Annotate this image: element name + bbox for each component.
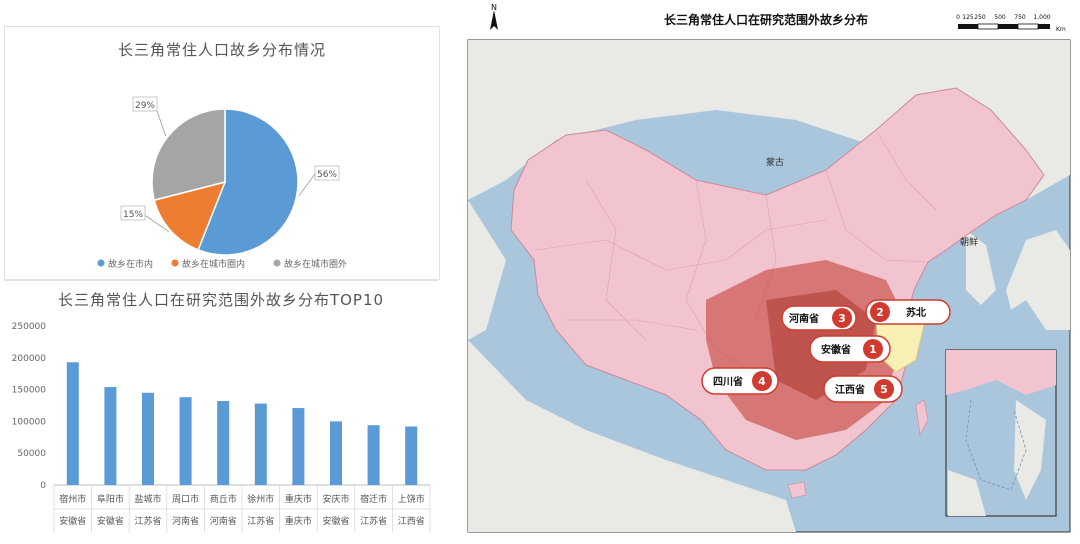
callout-sichuan: 四川省 4	[701, 367, 779, 395]
bar	[254, 403, 267, 485]
china-map: 蒙古 朝鲜 长三角常住人口在研究范围外故乡分布 N 0 125 250 500	[466, 0, 1074, 536]
y-tick-label: 250000	[12, 322, 47, 332]
bar	[405, 426, 418, 485]
bar	[142, 392, 154, 485]
y-tick-label: 200000	[12, 354, 47, 364]
legend-entry: 故乡在城市圈内	[182, 258, 245, 270]
x-tick-label: 上饶市	[398, 493, 425, 505]
x-tick-label: 河南省	[172, 515, 199, 527]
bar	[292, 408, 305, 485]
legend-entry: 故乡在市内	[108, 258, 153, 270]
bar	[367, 425, 380, 485]
north-label: N	[491, 3, 497, 12]
pie-leader-line	[298, 173, 316, 197]
x-tick-label: 重庆市	[285, 493, 312, 505]
x-tick-label: 周口市	[172, 493, 199, 505]
x-tick-label: 商丘市	[210, 493, 237, 505]
x-tick-label: 宿迁市	[360, 493, 387, 505]
x-tick-label: 宿州市	[59, 493, 86, 505]
y-tick-label: 0	[40, 481, 46, 491]
bar-chart-panel: 长三角常住人口在研究范围外故乡分布TOP10 0 50000 100000 15000…	[4, 280, 438, 537]
y-tick-label: 100000	[12, 417, 47, 427]
callout-henan: 河南省 3	[781, 305, 857, 331]
x-tick-label: 江苏省	[247, 515, 274, 527]
map-title: 长三角常住人口在研究范围外故乡分布	[664, 12, 868, 27]
bar	[330, 421, 342, 485]
x-tick-label: 徐州市	[247, 493, 274, 505]
bar	[217, 401, 230, 485]
callout-label: 四川省	[713, 375, 743, 388]
y-tick-label: 50000	[17, 449, 46, 459]
bar	[104, 387, 117, 485]
legend-marker	[171, 259, 179, 267]
callout-subei: 2 苏北	[865, 299, 951, 325]
scale-tick-label: 125	[962, 14, 974, 21]
x-tick-label: 安徽省	[59, 515, 86, 527]
callout-anhui: 安徽省 1	[809, 335, 891, 363]
callout-rank: 5	[880, 383, 888, 396]
callout-rank: 4	[758, 375, 766, 388]
scale-tick-label: 250	[974, 14, 986, 21]
legend-marker	[273, 259, 281, 267]
callout-rank: 3	[838, 312, 846, 325]
map-panel: 蒙古 朝鲜 长三角常住人口在研究范围外故乡分布 N 0 125 250 500	[466, 0, 1074, 536]
x-tick-label: 重庆市	[285, 515, 312, 527]
scale-tick-label: 500	[994, 14, 1006, 21]
legend-marker	[97, 259, 105, 267]
scale-tick-label: 1,000	[1033, 14, 1050, 21]
x-tick-label: 江苏省	[134, 515, 161, 527]
bar	[66, 362, 79, 485]
pie-chart-panel: 长三角常住人口故乡分布情况 56% 15% 29% 故乡在市内 故乡在城市圈内 故乡在城市…	[4, 26, 440, 280]
callout-label: 苏北	[906, 306, 926, 319]
pie-data-label: 56%	[317, 170, 337, 180]
x-tick-label: 安庆市	[322, 493, 349, 505]
bar-chart: 050000100000150000200000250000宿州市安徽省阜阳市安…	[12, 322, 431, 533]
callout-jiangxi: 江西省 5	[823, 375, 903, 403]
x-tick-label: 江西省	[398, 515, 425, 527]
korea-label: 朝鲜	[960, 236, 978, 248]
pie-data-label: 29%	[135, 101, 155, 111]
y-tick-label: 150000	[12, 386, 47, 396]
pie-data-label: 15%	[123, 210, 143, 220]
callout-label: 河南省	[789, 312, 819, 325]
callout-label: 安徽省	[821, 343, 851, 356]
callout-rank: 1	[869, 343, 877, 356]
callout-rank: 2	[876, 306, 884, 319]
scale-tick-label: 0	[956, 14, 960, 21]
callout-label: 江西省	[835, 383, 865, 396]
x-tick-label: 安徽省	[97, 515, 124, 527]
scale-tick-label: 750	[1014, 14, 1026, 21]
x-tick-label: 江苏省	[360, 515, 387, 527]
x-tick-label: 安徽省	[322, 515, 349, 527]
mongolia-label: 蒙古	[766, 156, 784, 168]
x-tick-label: 盐城市	[134, 493, 161, 505]
pie-chart: 56% 15% 29% 故乡在市内 故乡在城市圈内 故乡在城市圈外	[97, 96, 347, 270]
bar	[179, 397, 192, 485]
x-tick-label: 河南省	[210, 515, 237, 527]
x-tick-label: 阜阳市	[97, 493, 124, 505]
legend-entry: 故乡在城市圈外	[284, 258, 347, 270]
scale-unit: Km	[1056, 26, 1066, 33]
